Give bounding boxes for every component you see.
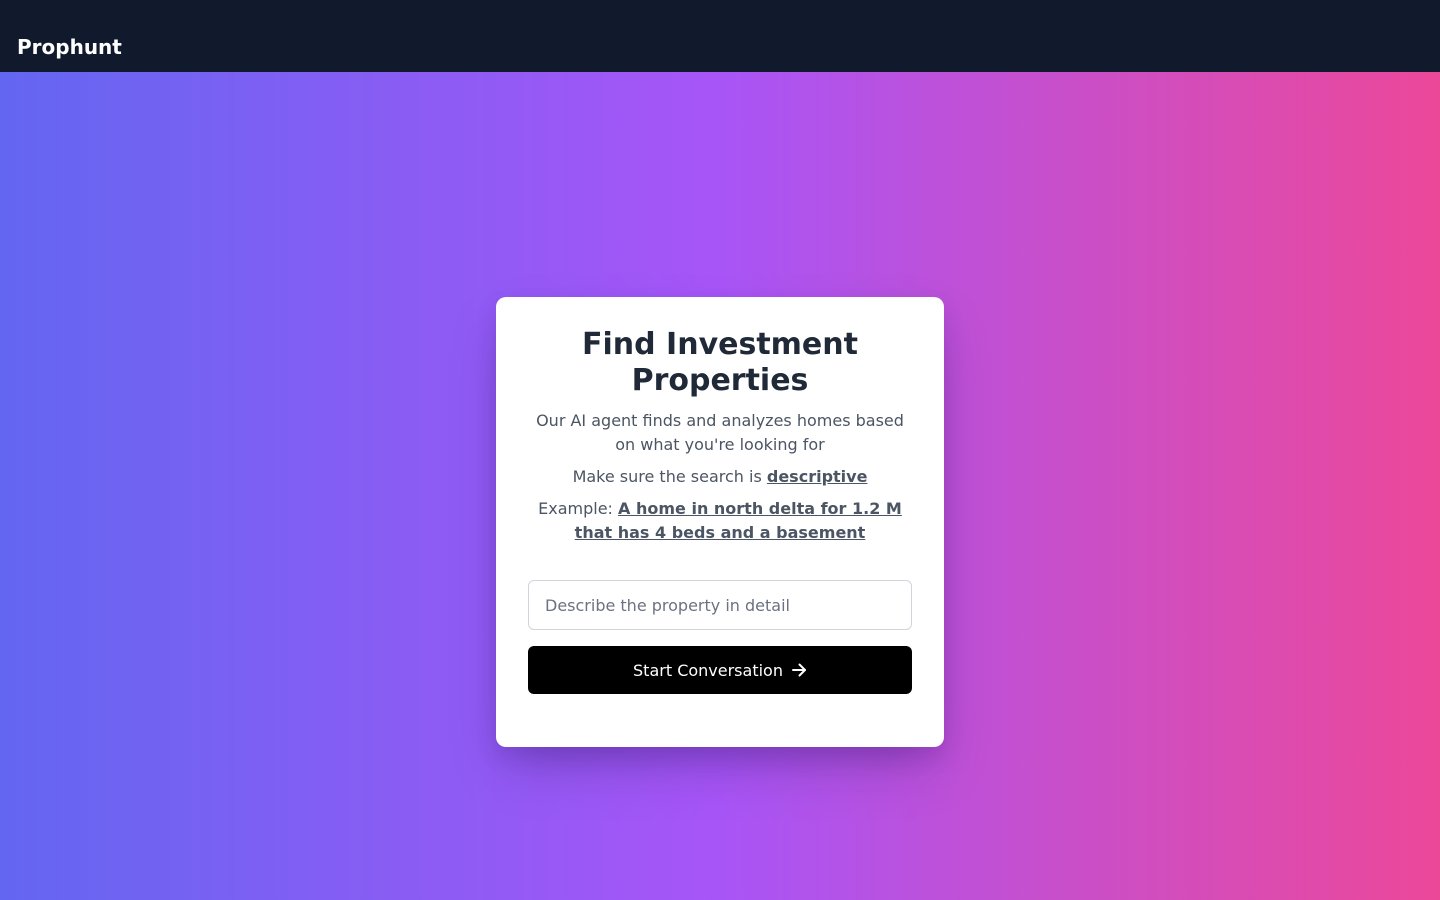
brand-logo[interactable]: Prophunt — [17, 35, 122, 59]
start-conversation-button[interactable]: Start Conversation — [528, 646, 912, 694]
hint-emphasis: descriptive — [766, 467, 868, 486]
hint-prefix: Make sure the search is — [572, 467, 767, 486]
subtitle: Our AI agent finds and analyzes homes ba… — [536, 411, 904, 454]
example-prefix: Example: — [538, 499, 619, 518]
property-description-input[interactable] — [528, 580, 912, 630]
search-card: Find Investment Properties Our AI agent … — [496, 297, 944, 747]
start-conversation-label: Start Conversation — [633, 660, 783, 680]
search-hint: Make sure the search is descriptive — [528, 465, 912, 489]
search-example: Example: A home in north delta for 1.2 M… — [528, 497, 912, 545]
navbar: Prophunt — [0, 0, 1440, 72]
example-text: A home in north delta for 1.2 M that has… — [574, 499, 902, 542]
page-title: Find Investment Properties — [582, 327, 858, 398]
arrow-right-icon — [791, 662, 807, 678]
